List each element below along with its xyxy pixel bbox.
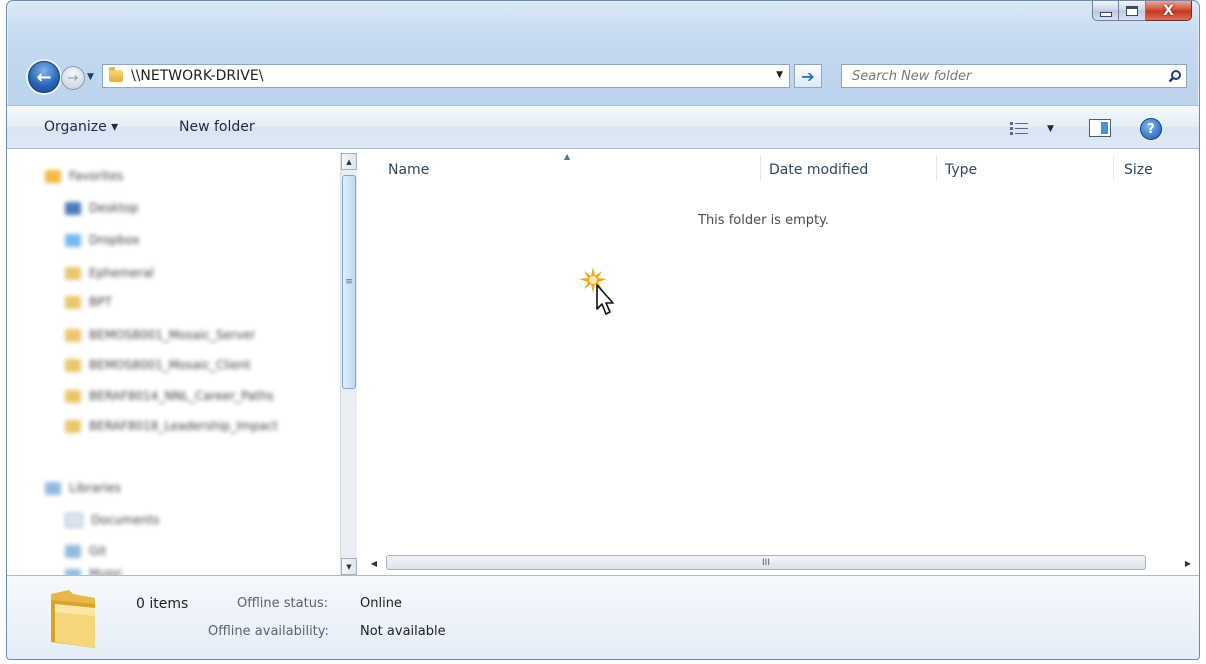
column-size[interactable]: Size: [1124, 162, 1153, 178]
sidebar-item-label: BERAF8014_NNL_Career_Paths: [89, 389, 274, 403]
mouse-pointer-icon: [579, 265, 619, 325]
item-count: 0 items: [136, 596, 189, 612]
column-type[interactable]: Type: [945, 162, 977, 178]
change-view-icon[interactable]: [1010, 122, 1028, 139]
caption-buttons: X: [1092, 1, 1192, 21]
minimize-icon: [1099, 11, 1112, 17]
folder-icon: [109, 67, 123, 82]
sidebar-item-documents[interactable]: Documents: [65, 511, 159, 529]
file-list-pane[interactable]: ▲ Name Date modified Type Size This fold…: [358, 149, 1199, 575]
sidebar-item-label: BEMOS8001_Mosaic_Client: [89, 358, 251, 372]
empty-folder-message: This folder is empty.: [698, 213, 830, 228]
explorer-window: X ← → ▼ \\NETWORK-DRIVE\ ▼ ➔ Organize ▾ …: [6, 0, 1200, 660]
sidebar-item-mosaic-client[interactable]: BEMOS8001_Mosaic_Client: [65, 356, 251, 374]
scroll-thumb[interactable]: III: [386, 555, 1146, 570]
folder-icon: [47, 586, 99, 652]
sidebar-item-label: Desktop: [89, 201, 139, 215]
folder-icon: [65, 295, 81, 309]
sidebar-item-label: Documents: [91, 513, 160, 527]
preview-pane-icon[interactable]: [1089, 119, 1111, 137]
forward-button[interactable]: →: [61, 66, 85, 90]
folder-icon: [65, 358, 81, 372]
scroll-grip: ≡: [345, 277, 353, 287]
sidebar-item-leadership-impact[interactable]: BERAF8018_Leadership_Impact: [65, 417, 278, 435]
library-icon: [65, 544, 81, 558]
sidebar-item-dropbox[interactable]: Dropbox: [65, 231, 140, 249]
sidebar-item-label: Libraries: [69, 481, 121, 495]
view-dropdown-icon[interactable]: ▼: [1047, 124, 1054, 134]
sidebar-item-label: Dropbox: [89, 233, 140, 247]
desktop-icon: [65, 201, 81, 215]
column-divider[interactable]: [1113, 155, 1114, 181]
sidebar-item-git[interactable]: Git: [65, 542, 106, 560]
sidebar-item-career-paths[interactable]: BERAF8014_NNL_Career_Paths: [65, 387, 274, 405]
column-name[interactable]: Name: [388, 162, 429, 178]
star-icon: [45, 169, 61, 183]
sort-ascending-icon: ▲: [564, 152, 571, 161]
search-box[interactable]: [841, 64, 1187, 88]
folder-icon: [65, 389, 81, 403]
offline-availability-value: Not available: [360, 624, 446, 639]
go-arrow-icon: ➔: [801, 66, 815, 86]
scroll-down-button[interactable]: ▼: [341, 558, 357, 575]
recent-pages-dropdown[interactable]: ▼: [87, 72, 94, 82]
scroll-up-button[interactable]: ▲: [341, 153, 357, 170]
sidebar-item-label: Git: [89, 544, 107, 558]
horizontal-scrollbar[interactable]: ◀ III ▶: [366, 555, 1192, 571]
maximize-icon: [1126, 5, 1138, 16]
column-divider[interactable]: [760, 155, 761, 181]
sidebar-item-mosaic-server[interactable]: BEMOS8001_Mosaic_Server: [65, 326, 255, 344]
sidebar-item-libraries[interactable]: Libraries: [45, 479, 121, 497]
folder-icon: [65, 419, 81, 433]
details-pane: 0 items Offline status: Online Offline a…: [7, 575, 1199, 659]
scroll-grip: III: [762, 557, 770, 568]
scroll-left-button[interactable]: ◀: [366, 555, 382, 571]
navigation-pane: Favorites Desktop Dropbox Ephemeral BPT …: [7, 149, 357, 577]
maximize-button[interactable]: [1119, 1, 1146, 21]
back-arrow-icon: ←: [36, 66, 52, 88]
navigation-bar: ← → ▼ \\NETWORK-DRIVE\ ▼ ➔: [7, 59, 1199, 95]
new-folder-button[interactable]: New folder: [179, 119, 255, 135]
sidebar-item-favorites[interactable]: Favorites: [45, 167, 123, 185]
minimize-button[interactable]: [1092, 1, 1119, 21]
command-bar: Organize ▾ New folder ▼ ?: [7, 105, 1199, 149]
scroll-thumb[interactable]: ≡: [342, 175, 356, 389]
sidebar-item-label: BPT: [89, 295, 112, 309]
address-bar[interactable]: \\NETWORK-DRIVE\ ▼: [102, 64, 790, 88]
sidebar-item-label: Ephemeral: [89, 266, 154, 280]
search-input[interactable]: [850, 65, 1164, 87]
back-button[interactable]: ←: [28, 61, 60, 93]
close-icon: X: [1163, 2, 1174, 19]
column-divider[interactable]: [936, 155, 937, 181]
organize-menu[interactable]: Organize ▾: [44, 119, 118, 135]
address-text: \\NETWORK-DRIVE\: [131, 68, 264, 84]
document-icon: [65, 512, 83, 528]
search-icon[interactable]: [1164, 69, 1186, 83]
offline-status-value: Online: [360, 596, 402, 611]
sidebar-item-desktop[interactable]: Desktop: [65, 199, 139, 217]
sidebar-item-label: BEMOS8001_Mosaic_Server: [89, 328, 256, 342]
content-area: Favorites Desktop Dropbox Ephemeral BPT …: [7, 149, 1199, 577]
folder-icon: [65, 266, 81, 280]
sidebar-item-label: Favorites: [69, 169, 124, 183]
scroll-right-button[interactable]: ▶: [1180, 555, 1196, 571]
sidebar-item-label: BERAF8018_Leadership_Impact: [89, 419, 278, 433]
column-date-modified[interactable]: Date modified: [769, 162, 868, 178]
sidebar-item-bpt[interactable]: BPT: [65, 293, 112, 311]
folder-icon: [65, 328, 81, 342]
dropbox-icon: [65, 233, 81, 247]
library-icon: [45, 481, 61, 495]
offline-availability-label: Offline availability:: [208, 624, 329, 639]
help-icon[interactable]: ?: [1140, 118, 1162, 140]
close-button[interactable]: X: [1146, 1, 1192, 21]
address-dropdown-icon[interactable]: ▼: [776, 70, 783, 80]
go-button[interactable]: ➔: [794, 64, 822, 88]
offline-status-label: Offline status:: [237, 596, 329, 611]
sidebar-item-ephemeral[interactable]: Ephemeral: [65, 264, 154, 282]
forward-arrow-icon: →: [67, 70, 79, 86]
column-header-row: ▲ Name Date modified Type Size: [358, 152, 1199, 181]
navigation-scrollbar[interactable]: ▲ ≡ ▼: [340, 153, 357, 575]
